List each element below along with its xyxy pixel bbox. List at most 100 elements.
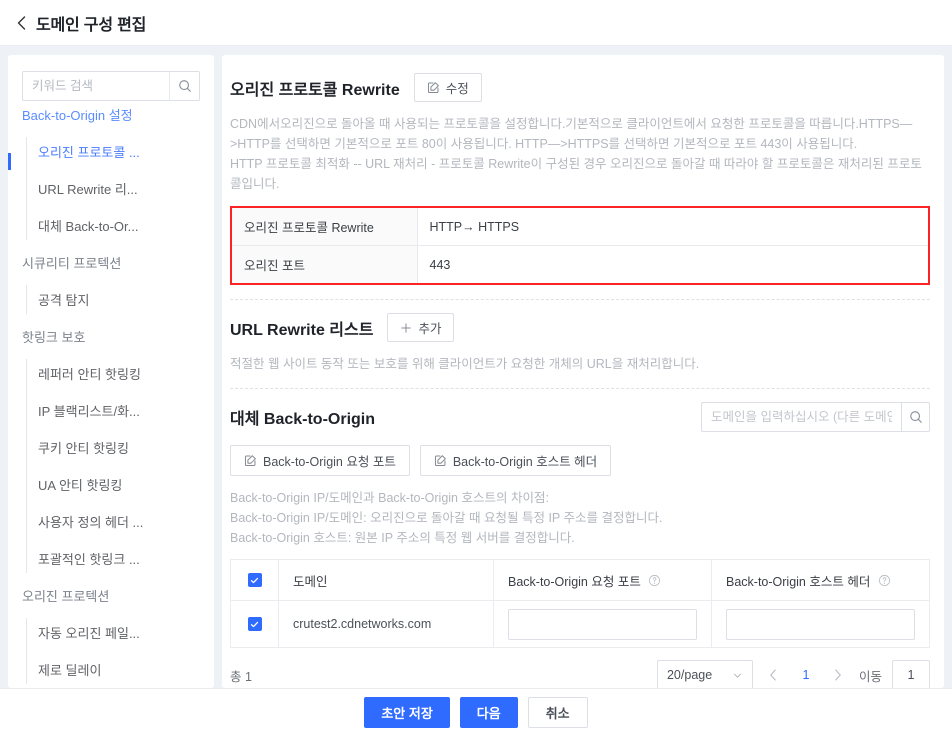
row-value: 443: [416, 245, 930, 285]
button-label: Back-to-Origin 호스트 헤더: [452, 455, 598, 469]
sidebar-search-wrap: [8, 55, 214, 105]
back-to-origin-title-wrap: 대체 Back-to-Origin: [230, 405, 375, 429]
back-to-origin-title: 대체 Back-to-Origin: [230, 411, 376, 428]
pagination-controls: 20/page 1 이동 1: [656, 659, 930, 688]
sidebar-item-label: UA 안티 핫링킹: [38, 478, 123, 493]
note-line-3: Back-to-Origin 호스트: 원본 IP 주소의 특정 웹 서버를 결…: [230, 531, 575, 545]
row-select-cell: [230, 600, 279, 648]
sidebar-item-zero-delay[interactable]: 제로 딜레이: [38, 651, 208, 688]
host-header-input[interactable]: [726, 608, 915, 640]
search-input[interactable]: [23, 72, 169, 100]
chevron-left-icon[interactable]: [14, 15, 28, 30]
row-checkbox[interactable]: [247, 617, 262, 632]
url-rewrite-title: URL Rewrite 리스트: [230, 321, 374, 339]
sidebar-nav[interactable]: Back-to-Origin 설정 오리진 프로토콜 ... URL Rewri…: [8, 105, 214, 688]
body-area: Back-to-Origin 설정 오리진 프로토콜 ... URL Rewri…: [0, 47, 952, 688]
note-line-2: Back-to-Origin IP/도메인: 오리진으로 돌아갈 때 요청될 특…: [230, 511, 663, 525]
edit-button[interactable]: 수정: [413, 73, 482, 102]
sidebar-item-label: 포괄적인 핫링크 ...: [38, 552, 140, 567]
cancel-button[interactable]: 취소: [527, 696, 588, 728]
page-number-1[interactable]: 1: [795, 662, 817, 688]
back-to-origin-buttons: Back-to-Origin 요청 포트 Back-to-Origin 호스트 …: [230, 445, 930, 476]
edit-square-icon: [434, 454, 447, 467]
back-to-origin-request-port-button[interactable]: Back-to-Origin 요청 포트: [230, 445, 410, 476]
sidebar-item-label: 자동 오리진 페일...: [38, 626, 140, 641]
save-draft-button[interactable]: 초안 저장: [364, 696, 450, 728]
cell-request-port: [493, 600, 712, 648]
help-circle-icon[interactable]: [878, 574, 891, 590]
sidebar: Back-to-Origin 설정 오리진 프로토콜 ... URL Rewri…: [8, 55, 214, 688]
sidebar-item-url-rewrite[interactable]: URL Rewrite 리...: [38, 170, 208, 207]
origin-protocol-title: 오리진 프로토콜 Rewrite: [230, 81, 400, 99]
sidebar-item-label: URL Rewrite 리...: [38, 182, 138, 197]
sidebar-item-custom-header[interactable]: 사용자 정의 헤더 ...: [38, 503, 208, 540]
sidebar-group-back-to-origin: Back-to-Origin 설정: [22, 108, 133, 123]
select-all-checkbox[interactable]: [247, 573, 262, 588]
sidebar-item-comprehensive-hotlink[interactable]: 포괄적인 핫링크 ...: [38, 540, 208, 577]
page-size-select[interactable]: 20/page: [656, 659, 753, 688]
prev-page-button[interactable]: [763, 662, 785, 688]
back-to-origin-note: Back-to-Origin IP/도메인과 Back-to-Origin 호스…: [230, 488, 930, 548]
search-icon[interactable]: [169, 72, 199, 100]
sidebar-item-ua-anti-hotlink[interactable]: UA 안티 핫링킹: [38, 466, 208, 503]
sidebar-item-auto-origin-failover[interactable]: 자동 오리진 페일...: [38, 614, 208, 651]
search-icon[interactable]: [901, 402, 930, 432]
origin-protocol-description: CDN에서오리진으로 돌아올 때 사용되는 프로토콜을 설정합니다.기본적으로 …: [230, 114, 930, 194]
sidebar-children-security: 공격 탐지: [22, 281, 208, 318]
back-to-origin-section: 대체 Back-to-Origin 도메인을 입력하십시오 (다른 도메인 Ba…: [230, 389, 930, 688]
column-header-host-header: Back-to-Origin 호스트 헤더: [711, 559, 930, 601]
sidebar-children-hotlink: 레퍼러 안티 핫링킹 IP 블랙리스트/화... 쿠키 안티 핫링킹 UA 안티…: [22, 355, 208, 577]
pagination: 총 1 20/page 1 이동 1: [230, 659, 930, 688]
sidebar-item-cookie-anti-hotlink[interactable]: 쿠키 안티 핫링킹: [38, 429, 208, 466]
goto-page-input[interactable]: [892, 659, 930, 688]
top-header: 도메인 구성 편집: [0, 0, 952, 46]
sidebar-item-label: 대체 Back-to-Or...: [38, 219, 139, 234]
origin-protocol-table: 오리진 프로토콜 Rewrite HTTP→ HTTPS 오리진 포트 443: [230, 206, 930, 285]
sidebar-item-referer-anti-hotlink[interactable]: 레퍼러 안티 핫링킹: [38, 355, 208, 392]
sidebar-item-label: 공격 탐지: [38, 293, 90, 308]
url-rewrite-section: URL Rewrite 리스트 추가 적절한 웹 사이트 동작 또는 보호를 위…: [230, 300, 930, 374]
sidebar-item-origin-protocol[interactable]: 오리진 프로토콜 ...: [38, 133, 208, 170]
next-button[interactable]: 다음: [459, 696, 518, 728]
sidebar-children-origin-protection: 자동 오리진 페일... 제로 딜레이: [22, 614, 208, 688]
page-size-value: 20/page: [666, 668, 713, 682]
button-label: Back-to-Origin 요청 포트: [263, 455, 396, 469]
row-key: 오리진 프로토콜 Rewrite: [230, 206, 418, 246]
sidebar-item-label: IP 블랙리스트/화...: [38, 404, 140, 419]
row-key: 오리진 포트: [230, 245, 418, 285]
table-header-row: 도메인 Back-to-Origin 요청 포트 Back-to-Origin …: [230, 559, 930, 601]
help-circle-icon[interactable]: [648, 574, 661, 590]
domain-search[interactable]: [701, 402, 930, 432]
page-title: 도메인 구성 편집: [36, 16, 147, 34]
sidebar-item-attack-detection[interactable]: 공격 탐지: [38, 281, 208, 318]
add-button[interactable]: 추가: [387, 313, 455, 342]
plus-icon: [400, 322, 412, 334]
cell-domain: crutest2.cdnetworks.com: [278, 600, 494, 648]
goto-label: 이동: [858, 669, 882, 684]
domain-search-input[interactable]: [701, 402, 901, 432]
sidebar-search[interactable]: [22, 71, 200, 101]
column-header-domain: 도메인: [278, 559, 494, 601]
sidebar-item-alt-back-to-origin[interactable]: 대체 Back-to-Or...: [38, 207, 208, 244]
domains-table: 도메인 Back-to-Origin 요청 포트 Back-to-Origin …: [230, 559, 930, 648]
back-to-origin-host-header-button[interactable]: Back-to-Origin 호스트 헤더: [419, 445, 612, 476]
table-row: 오리진 프로토콜 Rewrite HTTP→ HTTPS: [230, 206, 930, 246]
sidebar-item-ip-blacklist[interactable]: IP 블랙리스트/화...: [38, 392, 208, 429]
chevron-down-icon: [732, 670, 743, 681]
url-rewrite-section-header: URL Rewrite 리스트 추가: [230, 313, 930, 342]
url-rewrite-description: 적절한 웹 사이트 동작 또는 보호를 위해 클라이언트가 요청한 개체의 UR…: [230, 357, 700, 371]
back-to-origin-section-header: 대체 Back-to-Origin: [230, 402, 930, 432]
request-port-input[interactable]: [508, 608, 697, 640]
column-header-label: Back-to-Origin 호스트 헤더: [726, 574, 871, 589]
sidebar-group-origin-protection: 오리진 프로텍션: [22, 589, 110, 604]
sidebar-group-security: 시큐리티 프로텍션: [22, 256, 122, 271]
origin-protocol-section-header: 오리진 프로토콜 Rewrite 수정: [230, 73, 930, 102]
main-panel: 오리진 프로토콜 Rewrite 수정 CDN에서오리진으로 돌아올 때 사용되…: [222, 55, 944, 688]
table-row: 오리진 포트 443: [230, 245, 930, 285]
next-page-button[interactable]: [827, 662, 849, 688]
select-all-cell: [230, 559, 279, 601]
cell-host-header: [711, 600, 930, 648]
row-value: HTTP→ HTTPS: [416, 206, 930, 246]
description-line-2: HTTP 프로토콜 최적화 -- URL 재처리 - 프로토콜 Rewrite이…: [230, 157, 922, 191]
sidebar-children-back-to-origin: 오리진 프로토콜 ... URL Rewrite 리... 대체 Back-to…: [22, 133, 208, 244]
